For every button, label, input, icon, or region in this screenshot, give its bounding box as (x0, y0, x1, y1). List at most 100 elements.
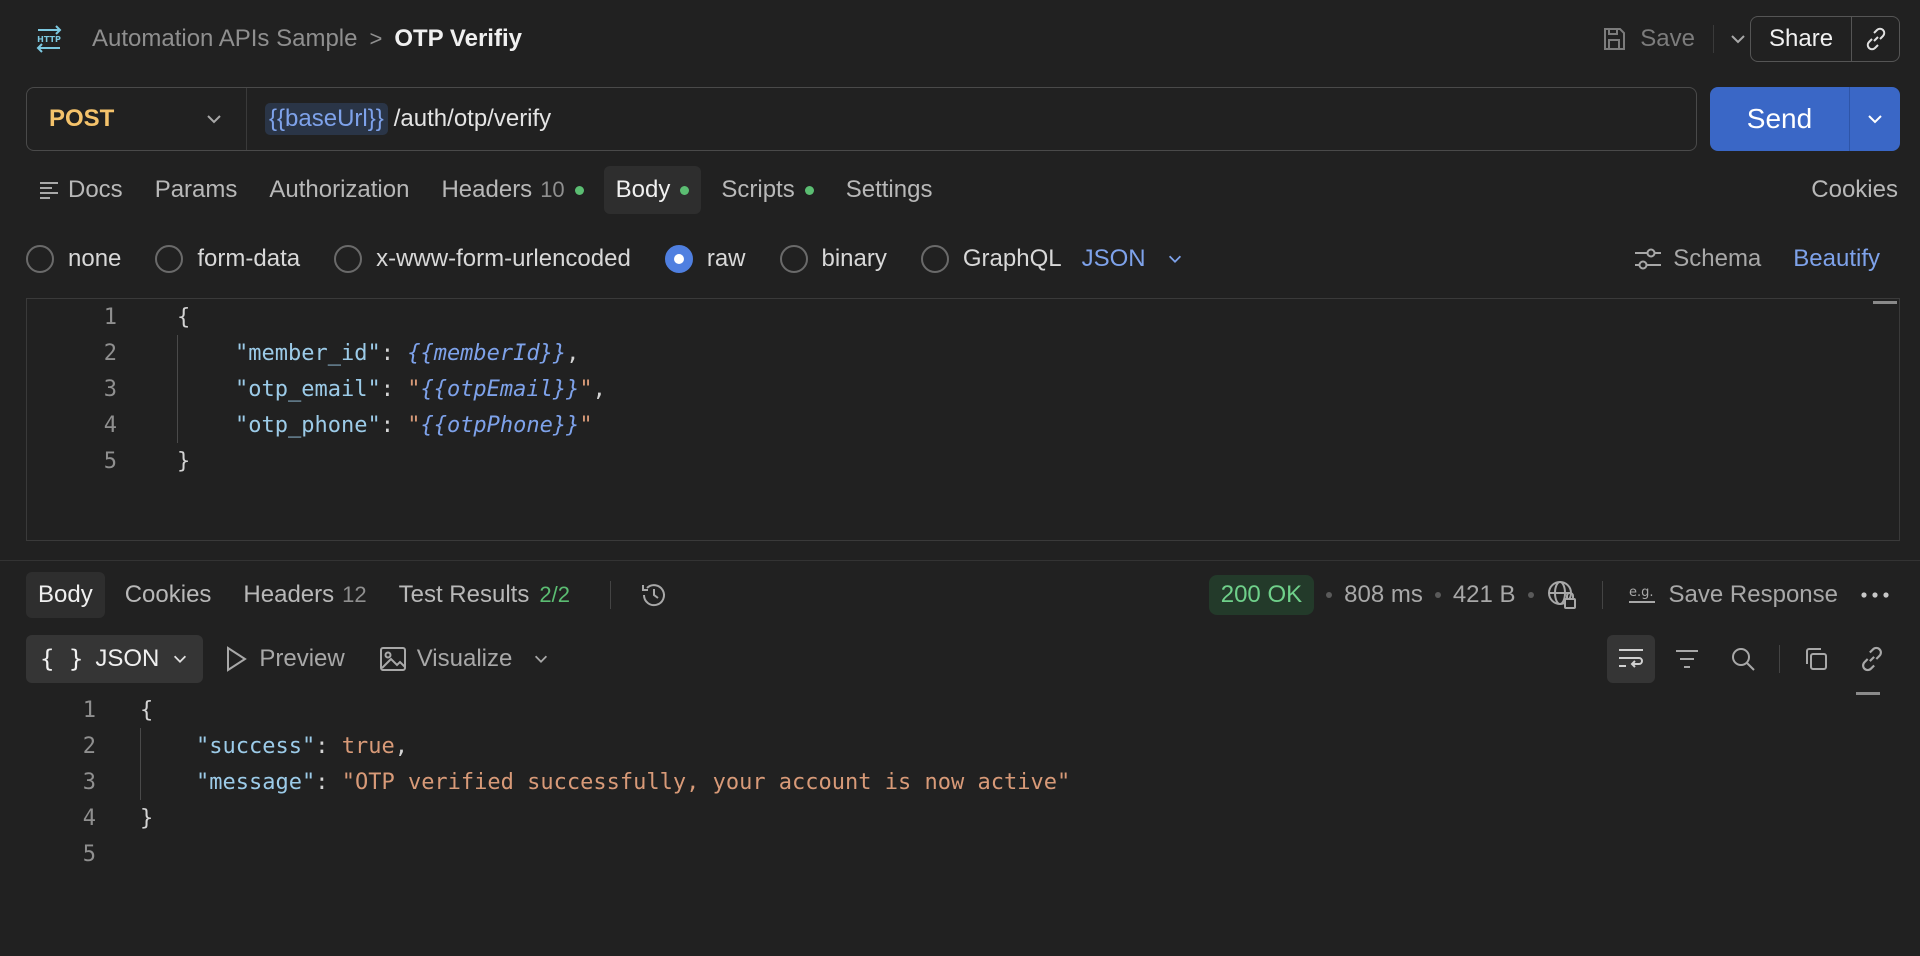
line-number: 4 (82, 805, 96, 831)
tab-authorization[interactable]: Authorization (257, 166, 421, 214)
copy-icon[interactable] (1792, 635, 1840, 683)
visualize-label: Visualize (416, 645, 513, 672)
tab-body[interactable]: Body (603, 166, 702, 214)
image-icon (379, 646, 407, 672)
radio-raw[interactable]: raw (664, 245, 746, 273)
code-line: "otp_email": " {{otpEmail}} ", (235, 371, 606, 407)
code-token: "success" (196, 733, 316, 759)
breadcrumb-collection[interactable]: Automation APIs Sample (92, 25, 357, 53)
tab-headers[interactable]: Headers 10 (429, 166, 595, 214)
share-button[interactable]: Share (1751, 17, 1853, 61)
filter-icon[interactable] (1663, 635, 1711, 683)
response-body-viewer[interactable]: 1 2 3 4 5 { "success": true, "message": … (26, 692, 1900, 956)
radio-urlencoded[interactable]: x-www-form-urlencoded (334, 245, 631, 273)
code-token: : (315, 769, 342, 795)
url-variable: {{baseUrl}} (265, 103, 388, 135)
network-globe-lock-icon[interactable] (1546, 579, 1578, 611)
response-tab-headers[interactable]: Headers 12 (231, 572, 378, 618)
method-label: POST (49, 105, 115, 132)
test-results-label: Test Results (398, 581, 530, 608)
request-tabs: Docs Params Authorization Headers 10 Bod… (26, 166, 952, 214)
code-line: "member_id": {{memberId}}, (235, 335, 579, 371)
code-token: {{memberId}} (407, 340, 567, 366)
code-token: "OTP verified successfully, your account… (341, 769, 1071, 795)
tab-settings[interactable]: Settings (834, 166, 945, 214)
search-icon[interactable] (1719, 635, 1767, 683)
send-options-chevron-down-icon[interactable] (1850, 87, 1900, 151)
cookies-link[interactable]: Cookies (1811, 166, 1898, 214)
code-line: { (177, 299, 190, 335)
braces-icon: { } (40, 645, 84, 673)
code-line: } (177, 443, 190, 479)
response-size[interactable]: 421 B (1453, 581, 1516, 609)
tab-docs[interactable]: Docs (26, 166, 135, 214)
response-tab-test-results[interactable]: Test Results 2/2 (387, 572, 582, 618)
code-token: : (380, 412, 408, 438)
method-select[interactable]: POST (27, 88, 247, 150)
url-input[interactable]: {{baseUrl}} /auth/otp/verify (247, 103, 551, 135)
line-number: 2 (82, 733, 96, 759)
response-tab-body[interactable]: Body (26, 572, 105, 618)
line-number: 5 (82, 841, 96, 867)
link-icon[interactable] (1848, 635, 1896, 683)
history-icon[interactable] (627, 572, 681, 618)
radio-form-data[interactable]: form-data (155, 245, 300, 273)
indent-guide (177, 335, 178, 443)
radio-none[interactable]: none (26, 245, 121, 273)
send-button[interactable]: Send (1710, 87, 1850, 151)
pane-divider[interactable] (0, 560, 1920, 561)
radio-circle (920, 245, 949, 273)
code-token: "otp_phone" (235, 412, 381, 438)
response-toolbar: { } JSON Preview Visualize (26, 635, 550, 683)
save-response-button[interactable]: e.g. Save Response (1627, 581, 1838, 609)
scrollbar[interactable] (1856, 692, 1880, 695)
radio-binary-label: binary (821, 245, 887, 272)
copy-link-icon[interactable] (1852, 26, 1899, 52)
code-token: : (380, 340, 408, 366)
save-options-chevron-down-icon[interactable] (1714, 29, 1748, 49)
scrollbar[interactable] (1873, 301, 1897, 304)
code-token: { (140, 697, 154, 723)
save-button[interactable]: Save (1600, 25, 1714, 53)
request-body-editor[interactable]: 1 2 3 4 5 { "member_id": {{memberId}}, "… (26, 298, 1900, 541)
visualize-options-chevron-down-icon[interactable] (532, 650, 550, 668)
code-token: , (394, 733, 408, 759)
line-number: 4 (103, 412, 117, 438)
response-format-select[interactable]: { } JSON (26, 635, 204, 683)
preview-button[interactable]: Preview (223, 645, 345, 673)
schema-label: Schema (1673, 245, 1762, 272)
code-token: " (407, 412, 421, 438)
more-options-icon[interactable] (1860, 590, 1890, 600)
response-tools (1607, 635, 1896, 683)
test-results-count: 2/2 (539, 582, 570, 607)
schema-button[interactable]: Schema (1633, 245, 1761, 273)
chevron-down-icon (204, 109, 224, 129)
code-token: "message" (196, 769, 316, 795)
body-indicator-dot (680, 185, 690, 195)
tab-params[interactable]: Params (143, 166, 250, 214)
indent-guide (140, 728, 141, 800)
example-icon: e.g. (1627, 582, 1659, 608)
response-tab-cookies[interactable]: Cookies (113, 572, 224, 618)
radio-graphql[interactable]: GraphQL (920, 245, 1062, 273)
code-token: , (592, 376, 606, 402)
response-headers-count: 12 (342, 582, 367, 607)
radio-circle (155, 245, 184, 273)
code-token: { (177, 304, 191, 330)
language-select[interactable]: JSON (1082, 245, 1184, 273)
code-token: } (177, 448, 191, 474)
status-badge[interactable]: 200 OK (1208, 575, 1315, 615)
response-time[interactable]: 808 ms (1344, 581, 1423, 609)
body-type-options: none form-data x-www-form-urlencoded raw… (26, 240, 1184, 278)
visualize-button[interactable]: Visualize (379, 645, 513, 673)
scripts-indicator-dot (804, 185, 814, 195)
send-button-group: Send (1710, 87, 1900, 151)
tab-scripts[interactable]: Scripts (709, 166, 825, 214)
request-title[interactable]: OTP Verifiy (394, 25, 522, 53)
separator-dot (1434, 592, 1441, 598)
wrap-lines-icon[interactable] (1607, 635, 1655, 683)
beautify-button[interactable]: Beautify (1793, 245, 1880, 273)
line-number: 1 (103, 304, 117, 330)
radio-binary[interactable]: binary (779, 245, 887, 273)
line-number: 1 (82, 697, 96, 723)
